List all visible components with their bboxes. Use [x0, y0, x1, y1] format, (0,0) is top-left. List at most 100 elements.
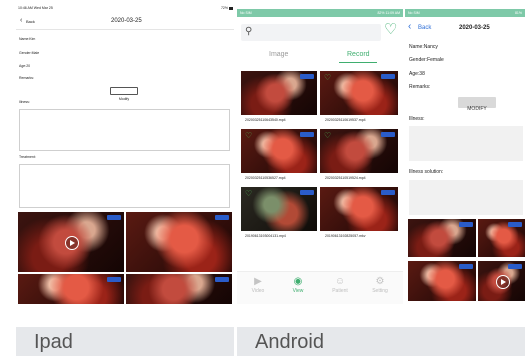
- bottom-nav: ▶ Video ◉ View ☺ Patient ⚙ Setting: [237, 271, 403, 304]
- treatment-label: Treatment:: [19, 155, 36, 159]
- patient-remarks: Remarks:: [409, 84, 431, 90]
- android-detail-panel: No SIM 81% ‹ Back 2020-03-25 Name:Nancy …: [405, 9, 525, 304]
- illness-input[interactable]: [19, 109, 230, 151]
- video-thumbnail[interactable]: [18, 274, 124, 304]
- play-icon: [65, 236, 79, 250]
- badge-icon: [215, 215, 229, 220]
- patient-age: Age:38: [409, 71, 425, 77]
- heart-icon: ♡: [245, 131, 253, 140]
- file-name: 20200325110643540.mp4: [245, 118, 286, 122]
- caption-ipad-text: Ipad: [34, 331, 73, 353]
- video-thumbnail[interactable]: [241, 71, 317, 115]
- ipad-panel: 10:46 AM Wed Mar 25 72% ‹ Back 2020-03-2…: [16, 4, 234, 304]
- patient-icon: ☺: [334, 276, 346, 287]
- ipad-back-button[interactable]: ‹ Back: [20, 17, 42, 26]
- nav-label: Video: [251, 288, 265, 294]
- ipad-back-label: Back: [26, 19, 35, 24]
- badge-icon: [215, 277, 229, 282]
- caption-android-text: Android: [255, 331, 324, 353]
- search-input[interactable]: ⚲: [241, 24, 381, 41]
- badge-icon: [459, 222, 473, 227]
- search-icon: ⚲: [245, 26, 253, 37]
- caption-android: Android: [237, 327, 525, 356]
- video-thumbnail[interactable]: [126, 274, 232, 304]
- badge-icon: [300, 190, 314, 195]
- android-back-button[interactable]: ‹ Back: [408, 21, 442, 33]
- patient-name: Name:Kim: [19, 37, 36, 41]
- caption-ipad: Ipad: [16, 327, 234, 356]
- video-thumbnail[interactable]: ♡: [241, 187, 317, 231]
- heart-icon: ♡: [324, 131, 332, 140]
- file-name: 20200325110619537.mp4: [325, 118, 366, 122]
- ipad-page-title: 2020-03-25: [111, 18, 142, 24]
- modify-button[interactable]: MODIFY: [458, 97, 496, 112]
- nav-item-setting[interactable]: ⚙ Setting: [365, 276, 395, 302]
- modify-button[interactable]: Modify: [110, 87, 138, 101]
- file-name: 20200325110519524.mp4: [325, 176, 366, 180]
- eye-icon: ◉: [293, 276, 303, 287]
- badge-icon: [107, 215, 121, 220]
- file-name: 20190613192825057.mkv: [325, 234, 366, 238]
- patient-age: Age:20: [19, 64, 31, 68]
- patient-gender: Gender:Male: [19, 51, 40, 55]
- heart-icon[interactable]: ♡: [384, 21, 397, 39]
- badge-icon: [300, 132, 314, 137]
- play-icon: [495, 275, 510, 289]
- heart-icon: ♡: [245, 189, 253, 198]
- tab-record-underline: [339, 62, 377, 63]
- ipad-battery-text: 72%: [220, 6, 228, 10]
- badge-icon: [508, 222, 522, 227]
- modify-button-label: MODIFY: [467, 106, 487, 112]
- video-thumbnail[interactable]: [18, 212, 124, 272]
- badge-icon: [381, 132, 395, 137]
- battery-icon: [229, 7, 233, 10]
- patient-name: Name:Nancy: [409, 44, 438, 50]
- android-list-panel: No SIM 82% 11:09 AM ⚲ ♡ Image Record ♡ 2…: [237, 9, 403, 304]
- tab-record[interactable]: Record: [347, 51, 370, 58]
- badge-icon: [381, 190, 395, 195]
- android-status-left: No SIM: [408, 11, 420, 15]
- treatment-input[interactable]: [19, 164, 230, 208]
- video-thumbnail[interactable]: [126, 212, 232, 272]
- nav-item-patient[interactable]: ☺ Patient: [325, 276, 355, 302]
- chevron-left-icon: ‹: [408, 21, 412, 32]
- illness-label: Illness:: [409, 116, 425, 122]
- android-back-label: Back: [418, 25, 432, 31]
- android-status-right: 81%: [514, 11, 522, 15]
- video-thumbnail[interactable]: [478, 219, 525, 257]
- nav-item-view[interactable]: ◉ View: [283, 276, 313, 302]
- video-thumbnail[interactable]: ♡: [320, 71, 398, 115]
- android-status-right: 82% 11:09 AM: [377, 11, 400, 15]
- badge-icon: [459, 264, 473, 269]
- file-name: 20200325110536527.mp4: [245, 176, 286, 180]
- divider: [16, 29, 234, 30]
- android-page-title: 2020-03-25: [459, 25, 490, 31]
- nav-label: Setting: [372, 288, 388, 294]
- nav-label: Patient: [332, 288, 348, 294]
- video-thumbnail[interactable]: [320, 187, 398, 231]
- badge-icon: [508, 264, 522, 269]
- video-thumbnail[interactable]: ♡: [320, 129, 398, 173]
- tab-image[interactable]: Image: [269, 51, 288, 58]
- video-thumbnail[interactable]: [408, 261, 476, 301]
- android-status-bar: No SIM 82% 11:09 AM: [237, 9, 403, 17]
- video-icon: ▶: [254, 276, 262, 287]
- video-thumbnail[interactable]: ♡: [241, 129, 317, 173]
- badge-icon: [381, 74, 395, 79]
- nav-item-video[interactable]: ▶ Video: [243, 276, 273, 302]
- patient-gender: Gender:Female: [409, 57, 444, 63]
- illness-label: Illness:: [19, 100, 30, 104]
- badge-icon: [300, 74, 314, 79]
- illness-solution-label: Illness solution:: [409, 169, 444, 175]
- android-status-bar: No SIM 81%: [405, 9, 525, 17]
- ipad-status-time: 10:46 AM Wed Mar 25: [18, 6, 53, 10]
- modify-button-label: Modify: [118, 97, 130, 101]
- nav-label: View: [292, 288, 304, 294]
- gear-icon: ⚙: [375, 276, 385, 287]
- illness-input[interactable]: [409, 126, 523, 161]
- video-thumbnail[interactable]: [408, 219, 476, 257]
- illness-solution-input[interactable]: [409, 180, 523, 215]
- video-thumbnail[interactable]: [478, 261, 525, 301]
- android-status-left: No SIM: [240, 11, 252, 15]
- heart-icon: ♡: [324, 73, 332, 82]
